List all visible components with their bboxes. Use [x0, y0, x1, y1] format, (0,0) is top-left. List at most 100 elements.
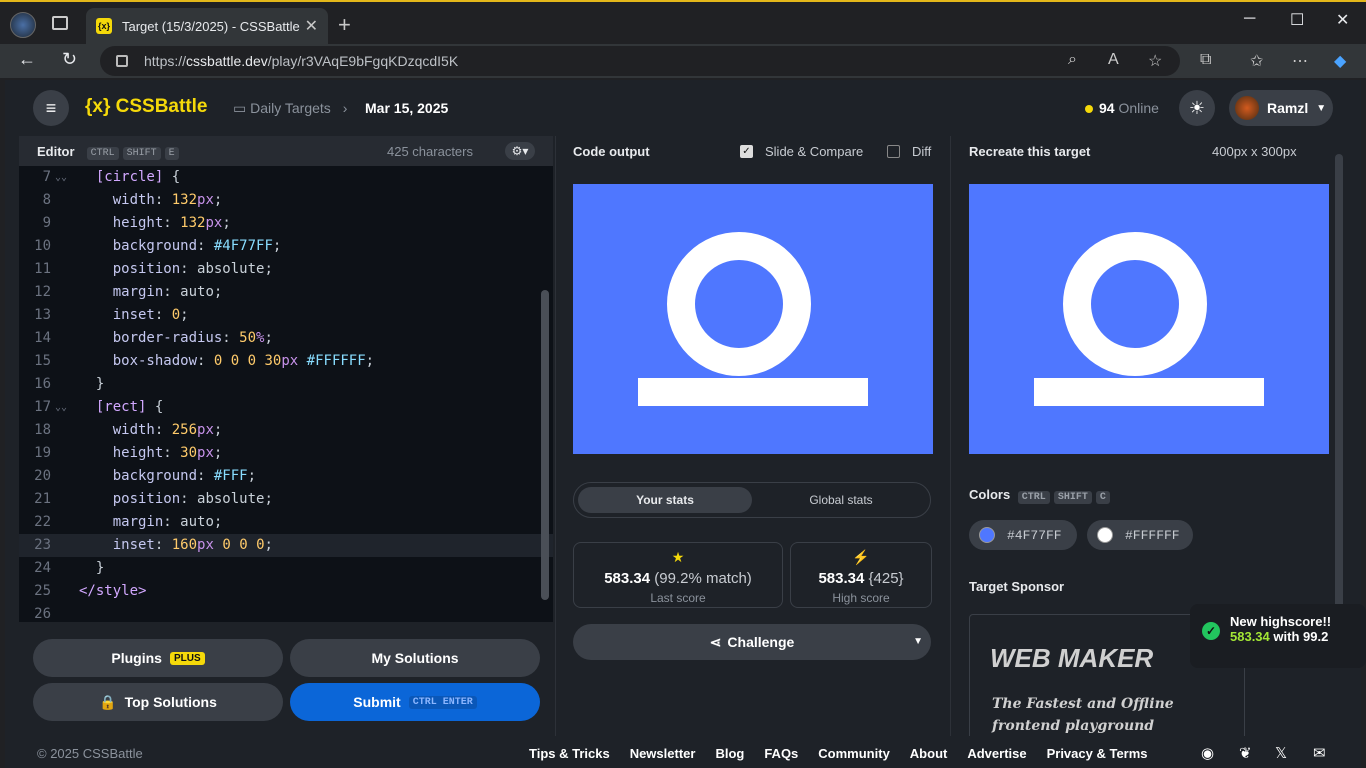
code-line[interactable]: 7 ⌄⌄ [circle] {	[19, 166, 553, 189]
code-line[interactable]: 26	[19, 603, 553, 622]
theme-toggle-sun-icon[interactable]: ☀	[1179, 90, 1215, 126]
code-line[interactable]: 15 box-shadow: 0 0 0 30px #FFFFFF;	[19, 350, 553, 373]
my-solutions-button[interactable]: My Solutions	[290, 639, 540, 677]
extensions-icon[interactable]: ⧉	[1200, 51, 1211, 69]
submit-button[interactable]: Submit CTRL ENTER	[290, 683, 540, 721]
browser-tab[interactable]: {x} Target (15/3/2025) - CSSBattle ✕	[86, 8, 328, 44]
editor-settings-gear-icon[interactable]: ⚙▾	[505, 142, 535, 160]
code-text: position: absolute;	[112, 491, 273, 507]
line-number: 16	[34, 376, 51, 392]
line-number: 9	[42, 215, 51, 231]
fold-chevron-icon	[55, 212, 79, 235]
footer-link[interactable]: Community	[818, 746, 890, 761]
email-icon[interactable]: ✉	[1313, 744, 1326, 762]
code-line[interactable]: 14 border-radius: 50%;	[19, 327, 553, 350]
address-bar-row: ← ↻ https://cssbattle.dev/play/r3VAqE9bF…	[0, 44, 1366, 78]
target-image	[969, 184, 1329, 454]
code-text: border-radius: 50%;	[112, 330, 273, 346]
code-line[interactable]: 22 margin: auto;	[19, 511, 553, 534]
breadcrumb-daily-targets[interactable]: ▭ Daily Targets ›	[233, 100, 347, 117]
code-text: [circle] {	[95, 169, 181, 185]
code-line[interactable]: 12 margin: auto;	[19, 281, 553, 304]
code-text: margin: auto;	[112, 514, 223, 530]
favorites-icon[interactable]: ✩	[1250, 51, 1263, 71]
footer-link[interactable]: Newsletter	[630, 746, 696, 761]
tab-global-stats[interactable]: Global stats	[754, 487, 928, 513]
minimize-icon[interactable]: ─	[1244, 10, 1255, 28]
code-line[interactable]: 23 inset: 160px 0 0 0;	[19, 534, 553, 557]
code-line[interactable]: 8 width: 132px;	[19, 189, 553, 212]
footer-link[interactable]: Tips & Tricks	[529, 746, 610, 761]
fold-chevron-icon	[55, 465, 79, 488]
code-line[interactable]: 17 ⌄⌄ [rect] {	[19, 396, 553, 419]
tab-title: Target (15/3/2025) - CSSBattle	[122, 18, 300, 34]
chevron-down-icon[interactable]: ▼	[913, 624, 923, 660]
lightning-icon: ⚡	[852, 549, 870, 565]
footer-link[interactable]: About	[910, 746, 948, 761]
fold-chevron-icon[interactable]: ⌄⌄	[55, 166, 79, 189]
code-line[interactable]: 11 position: absolute;	[19, 258, 553, 281]
code-line[interactable]: 18 width: 256px;	[19, 419, 553, 442]
fold-chevron-icon	[55, 350, 79, 373]
lock-icon	[116, 55, 128, 67]
cssbattle-logo[interactable]: {x} CSSBattle	[85, 96, 208, 118]
code-line[interactable]: 16 }	[19, 373, 553, 396]
line-number: 25	[34, 583, 51, 599]
close-tab-icon[interactable]: ✕	[305, 16, 318, 36]
browser-tabbar: {x} Target (15/3/2025) - CSSBattle ✕ + ─…	[0, 0, 1366, 44]
footer-link[interactable]: Blog	[715, 746, 744, 761]
line-number: 22	[34, 514, 51, 530]
code-line[interactable]: 10 background: #4F77FF;	[19, 235, 553, 258]
new-tab-icon[interactable]: +	[338, 12, 351, 38]
fold-chevron-icon	[55, 373, 79, 396]
code-line[interactable]: 20 background: #FFF;	[19, 465, 553, 488]
user-menu-button[interactable]: Ramzl ▼	[1229, 90, 1333, 126]
read-aloud-icon[interactable]: A	[1108, 51, 1119, 69]
tab-actions-icon[interactable]	[52, 16, 68, 30]
back-icon[interactable]: ←	[18, 49, 36, 70]
bluesky-icon[interactable]: ❦	[1239, 744, 1252, 762]
code-editor[interactable]: 7 ⌄⌄ [circle] {8 width: 132px; 9 height: 1…	[19, 166, 553, 622]
color-dot	[979, 527, 995, 543]
top-solutions-button[interactable]: 🔒 Top Solutions	[33, 683, 283, 721]
color-swatch-blue[interactable]: #4F77FF	[969, 520, 1077, 550]
window-close-icon[interactable]: ✕	[1336, 10, 1349, 30]
favorite-star-icon[interactable]: ☆	[1148, 51, 1162, 71]
slide-compare-checkbox[interactable]: ✓	[740, 144, 753, 158]
tab-your-stats[interactable]: Your stats	[578, 487, 752, 513]
code-line[interactable]: 13 inset: 0;	[19, 304, 553, 327]
code-line[interactable]: 9 height: 132px;	[19, 212, 553, 235]
copilot-icon[interactable]: ◆	[1334, 51, 1346, 71]
more-icon[interactable]: ⋯	[1292, 51, 1308, 71]
profile-avatar-icon[interactable]	[10, 12, 36, 38]
color-swatch-white[interactable]: #FFFFFF	[1087, 520, 1193, 550]
x-twitter-icon[interactable]: 𝕏	[1275, 744, 1287, 762]
maximize-icon[interactable]: ☐	[1290, 10, 1304, 30]
fold-chevron-icon[interactable]: ⌄⌄	[55, 396, 79, 419]
hamburger-menu-icon[interactable]: ≡	[33, 90, 69, 126]
code-line[interactable]: 21 position: absolute;	[19, 488, 553, 511]
code-output-preview[interactable]	[573, 184, 933, 454]
diff-checkbox[interactable]	[887, 144, 900, 158]
footer-link[interactable]: Advertise	[967, 746, 1026, 761]
char-count: 425 characters	[387, 143, 473, 159]
challenge-button[interactable]: ⋖ Challenge ▼	[573, 624, 931, 660]
reload-icon[interactable]: ↻	[62, 49, 77, 70]
code-line[interactable]: 24 }	[19, 557, 553, 580]
url-input[interactable]: https://cssbattle.dev/play/r3VAqE9bFgqKD…	[100, 46, 1180, 76]
code-line[interactable]: 19 height: 30px;	[19, 442, 553, 465]
last-score-card: ★ 583.34 (99.2% match) Last score	[573, 542, 783, 608]
footer-link[interactable]: FAQs	[764, 746, 798, 761]
discord-icon[interactable]: ◉	[1201, 744, 1214, 762]
code-line[interactable]: 25 </style>	[19, 580, 553, 603]
target-title: Recreate this target	[969, 143, 1091, 159]
footer-link[interactable]: Privacy & Terms	[1047, 746, 1148, 761]
stats-tabs: Your stats Global stats	[573, 482, 931, 518]
output-header: Code output ✓ Slide & Compare Diff	[556, 136, 950, 166]
plugins-button[interactable]: Plugins PLUS	[33, 639, 283, 677]
zoom-icon[interactable]: ⌕	[1068, 51, 1077, 69]
check-icon: ✓	[1202, 622, 1220, 640]
highscore-toast[interactable]: ✓ New highscore!! 583.34 with 99.2	[1190, 604, 1366, 668]
editor-scrollbar[interactable]	[541, 170, 549, 610]
target-scrollbar[interactable]	[1335, 154, 1343, 624]
